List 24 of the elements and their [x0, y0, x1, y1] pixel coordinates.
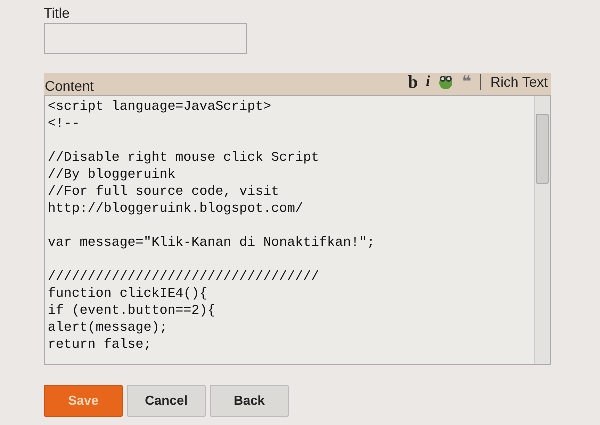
- bold-button[interactable]: b: [408, 73, 418, 91]
- italic-button[interactable]: i: [426, 73, 430, 91]
- code-line: return false;: [48, 336, 153, 353]
- action-button[interactable]: Back: [210, 385, 289, 417]
- action-button[interactable]: Cancel: [127, 385, 206, 417]
- scroll-thumb[interactable]: [536, 114, 549, 184]
- code-line: //For full source code, visit: [48, 183, 280, 200]
- field-label: Content: [44, 77, 94, 95]
- code-line: //////////////////////////////////: [48, 268, 320, 285]
- rich-text-link[interactable]: Rich Text: [490, 73, 548, 91]
- title-input[interactable]: [44, 23, 247, 54]
- code-line: http://bloggeruink.blogspot.com/: [48, 200, 304, 217]
- code-line: function clickIE4(){: [48, 285, 209, 302]
- frog-icon[interactable]: [438, 74, 454, 90]
- code-line: <script language=JavaScript>: [48, 98, 272, 115]
- scrollbar[interactable]: [534, 96, 550, 364]
- code-line: //By bloggeruink: [48, 166, 177, 183]
- content-editor[interactable]: [44, 95, 551, 365]
- code-line: <!--: [48, 115, 81, 132]
- code-line: if (event.button==2){: [48, 302, 217, 319]
- field-label: Title: [44, 4, 71, 22]
- code-line: alert(message);: [48, 319, 169, 336]
- code-line: var message="Klik-Kanan di Nonaktifkan!";: [48, 234, 376, 251]
- code-line: //Disable right mouse click Script: [48, 149, 320, 166]
